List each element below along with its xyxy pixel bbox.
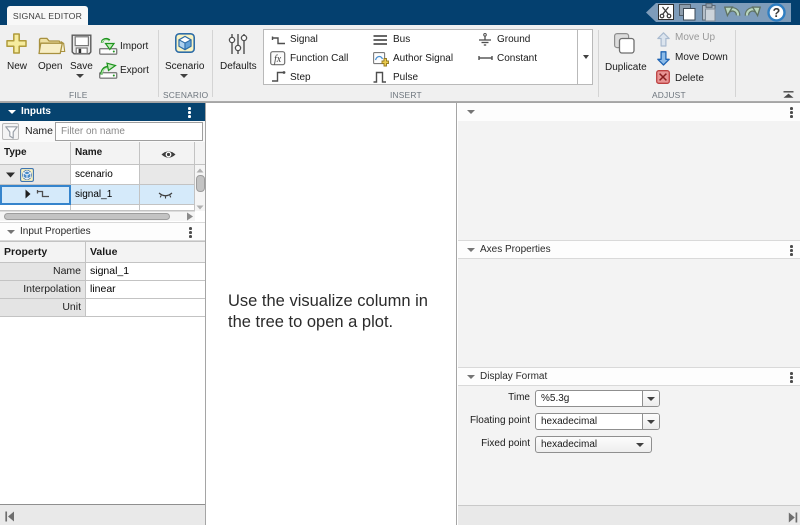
svg-text:?: ?	[773, 6, 781, 20]
svg-text:fx: fx	[274, 54, 282, 65]
